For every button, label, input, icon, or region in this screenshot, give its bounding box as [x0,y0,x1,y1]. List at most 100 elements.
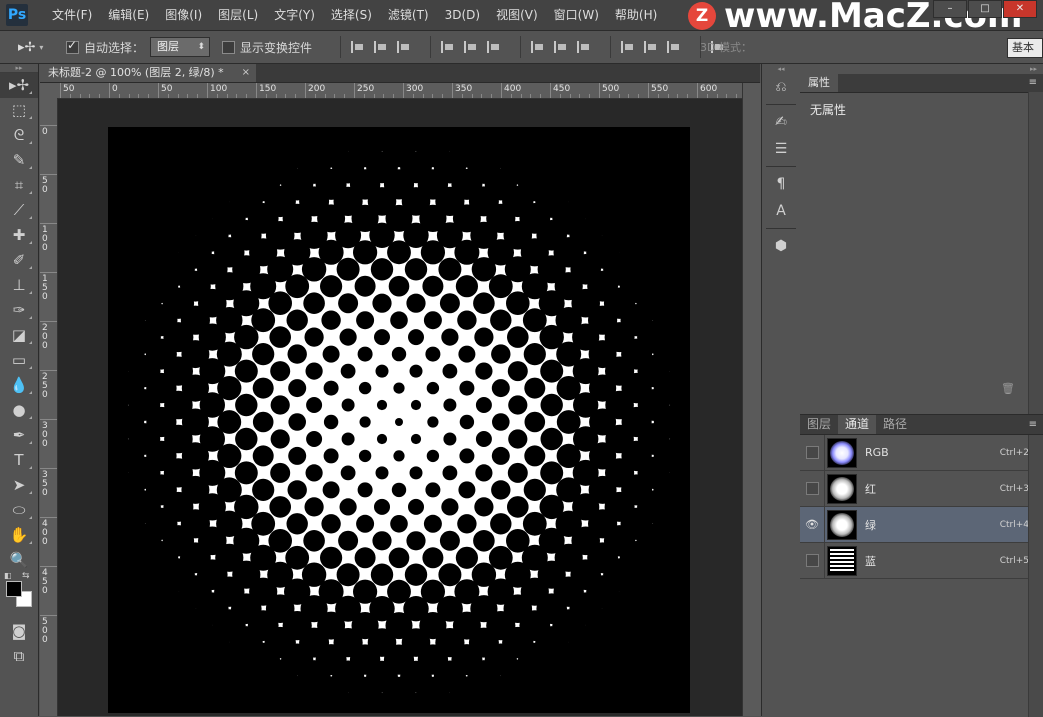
close-document-icon[interactable]: × [242,64,250,82]
foreground-color[interactable] [6,581,22,597]
auto-select-option[interactable]: 自动选择： [66,31,144,63]
ruler-origin[interactable] [40,83,59,99]
visibility-toggle[interactable] [800,471,825,506]
ruler-tick [501,83,502,98]
menu-type[interactable]: 文字(Y) [266,0,323,30]
align-top-icon[interactable] [351,41,365,53]
character-panel-button[interactable]: ¶ [762,171,800,198]
blur-tool[interactable]: 💧 [0,373,38,398]
type-tool[interactable]: T [0,448,38,473]
distribute-top-icon[interactable] [531,41,545,53]
3d-panel-button[interactable]: ⬢ [762,233,800,260]
ruler-label: 450 [553,84,571,94]
eyedropper-tool[interactable]: ⟋ [0,198,38,223]
history-panel-button[interactable]: ⎌ [762,74,800,101]
menu-file[interactable]: 文件(F) [44,0,100,30]
tab-paths[interactable]: 路径 [876,415,914,434]
channel-row-rgb[interactable]: RGB Ctrl+2 [800,435,1043,471]
default-colors-icon[interactable]: ◧ [4,571,12,580]
maximize-button[interactable]: □ [968,0,1002,18]
show-transform-option[interactable]: 显示变换控件 [222,31,312,63]
trash-icon[interactable]: 🗑 [1001,382,1015,395]
workspace-switcher[interactable]: 基本 [1007,38,1043,58]
distribute-right-icon[interactable] [667,41,681,53]
path-select-tool[interactable]: ➤ [0,473,38,498]
tab-channels[interactable]: 通道 [838,415,877,434]
visibility-toggle[interactable] [800,543,825,578]
align-right-icon[interactable] [487,41,501,53]
spot-healing-tool[interactable]: ✚ [0,223,38,248]
ruler-label: 300 [406,84,424,94]
zoom-tool[interactable]: 🔍 [0,548,38,573]
properties-body: 无属性 🗑 [800,93,1043,395]
properties-scrollbar[interactable] [1028,92,1043,414]
channel-name: 绿 [865,518,876,532]
menu-view[interactable]: 视图(V) [488,0,546,30]
distribute-hcenter-icon[interactable] [644,41,658,53]
move-tool[interactable]: ▸✢ [0,73,38,98]
menu-select[interactable]: 选择(S) [323,0,380,30]
ellipse-tool[interactable]: ⬭ [0,498,38,523]
document-canvas[interactable] [108,127,690,713]
panel-menu-icon[interactable]: ≡ [1029,74,1037,92]
clone-stamp-tool[interactable]: ⊥ [0,273,38,298]
menu-3d[interactable]: 3D(D) [437,0,488,30]
auto-select-target-select[interactable]: 图层 [150,37,210,57]
menu-layer[interactable]: 图层(L) [210,0,266,30]
lasso-tool[interactable]: ᘓ [0,123,38,148]
menu-image[interactable]: 图像(I) [157,0,210,30]
visibility-toggle[interactable] [800,435,825,470]
panel-collapse-icon[interactable]: ▸▸ [800,64,1043,74]
panel-menu-icon[interactable]: ≡ [1029,415,1037,434]
brush-presets-button[interactable]: ✍ [762,109,800,136]
quick-mask-button[interactable]: ◙ [0,619,38,644]
align-left-icon[interactable] [441,41,455,53]
3d-mode-label: 3D 模式： [700,41,752,54]
channel-row-green[interactable]: 👁 绿 Ctrl+4 [800,507,1043,543]
visibility-toggle[interactable]: 👁 [800,507,825,542]
pen-tool[interactable]: ✒ [0,423,38,448]
distribute-vcenter-icon[interactable] [554,41,568,53]
channels-tab-bar: 图层 通道 路径 ≡ [800,415,1043,435]
vertical-ruler[interactable]: 0 5 0 1 0 0 1 5 0 2 0 0 2 5 0 3 0 0 3 5 0 4 0 0 4… [40,98,58,716]
auto-select-checkbox[interactable] [66,38,79,54]
marquee-tool[interactable]: ⬚ [0,98,38,123]
menu-window[interactable]: 窗口(W) [546,0,607,30]
paragraph-panel-button[interactable]: A [762,198,800,225]
align-hcenter-icon[interactable] [464,41,478,53]
minimize-button[interactable]: – [933,0,967,18]
horizontal-ruler[interactable]: 50 0 50 100 150 200 250 300 350 400 450 500 550 600 [58,83,742,99]
channel-row-red[interactable]: 红 Ctrl+3 [800,471,1043,507]
channels-scrollbar[interactable] [1028,435,1043,717]
dodge-tool[interactable]: ● [0,398,38,423]
distribute-bottom-icon[interactable] [577,41,591,53]
channel-thumbnail [827,545,857,576]
menu-help[interactable]: 帮助(H) [607,0,665,30]
tab-layers[interactable]: 图层 [800,415,838,434]
history-brush-tool[interactable]: ✑ [0,298,38,323]
channel-row-blue[interactable]: 蓝 Ctrl+5 [800,543,1043,579]
hand-tool[interactable]: ✋ [0,523,38,548]
screen-mode-button[interactable]: ⧉ [0,644,38,669]
vertical-scrollbar[interactable] [742,83,761,716]
menu-edit[interactable]: 编辑(E) [100,0,157,30]
tab-properties[interactable]: 属性 [800,74,838,92]
quick-select-tool[interactable]: ✎ [0,148,38,173]
menu-filter[interactable]: 滤镜(T) [380,0,437,30]
crop-tool[interactable]: ⌗ [0,173,38,198]
close-window-button[interactable]: ✕ [1003,0,1037,18]
align-vcenter-icon[interactable] [374,41,388,53]
move-tool-preset[interactable]: ▸✢ ▾ [18,31,43,63]
document-tab[interactable]: 未标题-2 @ 100% (图层 2, 绿/8) * × [40,64,256,82]
panel-collapse-icon[interactable]: ◂◂ [762,64,800,74]
screen-mode-icon: ⧉ [13,647,25,665]
panel-collapse-icon[interactable]: ▸▸ [0,64,38,73]
eraser-tool[interactable]: ◪ [0,323,38,348]
swap-colors-icon[interactable]: ⇆ [22,571,30,581]
show-transform-checkbox[interactable] [222,40,235,54]
brush-tool[interactable]: ✐ [0,248,38,273]
align-bottom-icon[interactable] [397,41,411,53]
gradient-tool[interactable]: ▭ [0,348,38,373]
distribute-left-icon[interactable] [621,41,635,53]
adjustments-button[interactable]: ☰ [762,136,800,163]
